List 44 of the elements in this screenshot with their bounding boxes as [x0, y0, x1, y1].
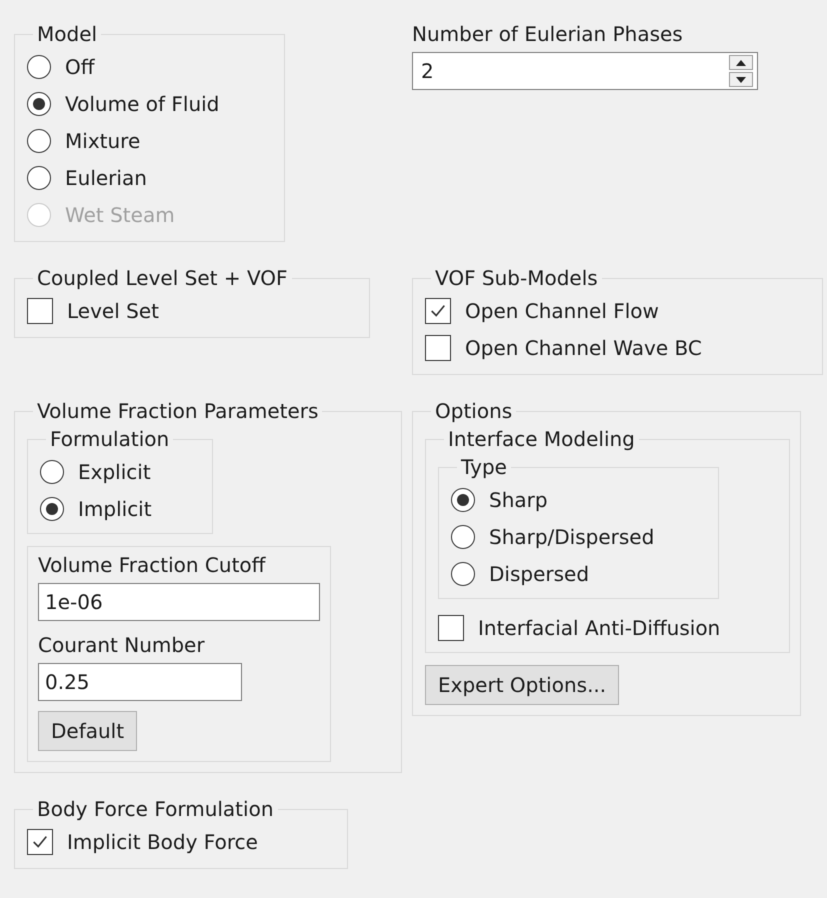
checkbox-label[interactable]: Level Set: [67, 298, 159, 322]
checkbox[interactable]: [425, 334, 451, 360]
group-label: Type: [460, 454, 508, 481]
checkbox[interactable]: [425, 298, 451, 324]
radio-label[interactable]: Implicit: [78, 496, 152, 520]
radio-button[interactable]: [451, 562, 475, 586]
group-label: Interface Modeling: [447, 426, 636, 453]
text-field[interactable]: 1e-06: [38, 583, 320, 621]
radio-label[interactable]: Off: [65, 54, 95, 78]
group-label: Options: [434, 398, 514, 425]
group-label: Volume Fraction Parameters: [36, 398, 320, 425]
radio-label[interactable]: Sharp/Dispersed: [489, 524, 654, 548]
expert-options-button[interactable]: Expert Options...: [425, 665, 620, 705]
group-label: Body Force Formulation: [36, 796, 274, 823]
field-label: Volume Fraction Cutoff: [38, 552, 266, 579]
checkbox[interactable]: [438, 614, 464, 640]
radio-label[interactable]: Volume of Fluid: [65, 92, 220, 116]
radio-label[interactable]: Explicit: [78, 460, 151, 484]
radio-button[interactable]: [27, 128, 51, 152]
radio-button[interactable]: [27, 54, 51, 78]
group-label: Formulation: [49, 426, 170, 453]
radio-button[interactable]: [27, 92, 51, 116]
checkbox[interactable]: [27, 828, 53, 854]
radio-label[interactable]: Eulerian: [65, 166, 147, 190]
checkbox-label[interactable]: Interfacial Anti-Diffusion: [478, 616, 720, 640]
group-label: VOF Sub-Models: [434, 265, 599, 292]
group-label: Model: [36, 21, 98, 48]
default-button[interactable]: Default: [38, 711, 138, 751]
radio-button[interactable]: [40, 460, 64, 484]
field-label: Courant Number: [38, 632, 205, 659]
radio-label[interactable]: Sharp: [489, 488, 548, 512]
radio-label[interactable]: Dispersed: [489, 562, 590, 586]
radio-label[interactable]: Mixture: [65, 128, 140, 152]
radio-button[interactable]: [27, 166, 51, 190]
radio-button[interactable]: [451, 488, 475, 512]
group-label: Coupled Level Set + VOF: [36, 265, 289, 292]
field-label: Number of Eulerian Phases: [412, 21, 684, 48]
text-field[interactable]: 0.25: [38, 663, 242, 701]
checkbox-label[interactable]: Open Channel Flow: [465, 298, 659, 322]
radio-button[interactable]: [40, 496, 64, 520]
radio-button[interactable]: [451, 524, 475, 548]
checkbox[interactable]: [27, 298, 53, 324]
checkbox-label[interactable]: Open Channel Wave BC: [465, 336, 702, 360]
checkbox-label[interactable]: Implicit Body Force: [67, 830, 258, 854]
